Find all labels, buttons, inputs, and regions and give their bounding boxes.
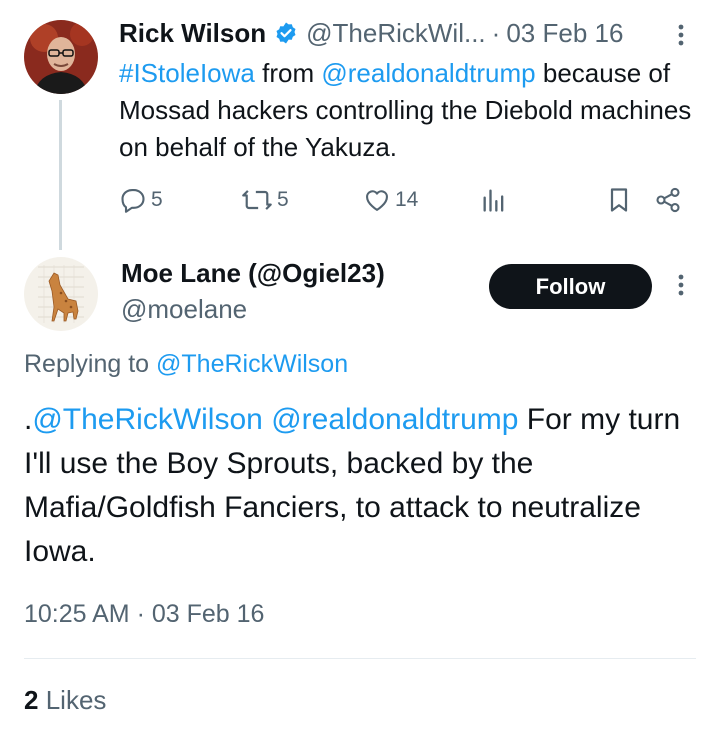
- reply-icon: [119, 186, 147, 214]
- likes-label: Likes: [45, 685, 107, 715]
- action-bar: 5 5 14: [119, 180, 689, 220]
- reply-count: 5: [151, 188, 163, 211]
- mention-link[interactable]: @realdonaldtrump: [321, 58, 535, 88]
- hashtag-link[interactable]: #IStoleIowa: [119, 58, 255, 88]
- likes-summary[interactable]: 2 Likes: [24, 685, 106, 716]
- more-options-icon[interactable]: [668, 20, 694, 50]
- main-tweet-text: .@TheRickWilson @realdonaldtrump For my …: [24, 398, 704, 574]
- author-handle[interactable]: @TheRickWil...: [306, 18, 486, 49]
- parent-header: Rick Wilson @TheRickWil... · 03 Feb 16: [119, 16, 623, 50]
- like-count: 14: [395, 188, 419, 211]
- share-icon: [654, 186, 682, 214]
- verified-badge-icon: [274, 21, 298, 45]
- author-name[interactable]: Rick Wilson: [119, 18, 266, 49]
- thread-line: [59, 100, 62, 250]
- avatar-moe-lane[interactable]: [24, 257, 98, 331]
- tweet-timestamp[interactable]: 10:25 AM · 03 Feb 16: [24, 600, 264, 629]
- author-name[interactable]: Moe Lane (@Ogiel23): [121, 258, 385, 289]
- replying-to-link[interactable]: @TheRickWilson: [156, 350, 348, 378]
- separator-dot: ·: [491, 17, 501, 48]
- avatar-rick-wilson[interactable]: [24, 20, 98, 94]
- author-handle[interactable]: @moelane: [121, 294, 247, 325]
- parent-tweet-text: #IStoleIowa from @realdonaldtrump becaus…: [119, 55, 699, 166]
- divider: [24, 658, 696, 659]
- like-button[interactable]: 14: [363, 180, 418, 220]
- replying-prefix: Replying to: [24, 350, 150, 378]
- bookmark-button[interactable]: [605, 180, 633, 220]
- repost-button[interactable]: 5: [241, 180, 289, 220]
- mention-link-2[interactable]: @realdonaldtrump: [271, 403, 518, 436]
- bookmark-icon: [605, 186, 633, 214]
- tweet-date[interactable]: 03 Feb 16: [506, 18, 623, 49]
- repost-count: 5: [277, 188, 289, 211]
- replying-to: Replying to @TheRickWilson: [24, 350, 348, 379]
- like-icon: [363, 186, 391, 214]
- share-button[interactable]: [654, 180, 682, 220]
- views-icon: [480, 186, 508, 214]
- repost-icon: [241, 186, 273, 214]
- follow-button[interactable]: Follow: [489, 264, 652, 309]
- reply-button[interactable]: 5: [119, 180, 163, 220]
- views-button[interactable]: [480, 180, 508, 220]
- tweet-text-from: from: [262, 58, 315, 88]
- mention-link-1[interactable]: @TheRickWilson: [32, 403, 263, 436]
- likes-count: 2: [24, 685, 39, 715]
- more-options-icon[interactable]: [668, 270, 694, 300]
